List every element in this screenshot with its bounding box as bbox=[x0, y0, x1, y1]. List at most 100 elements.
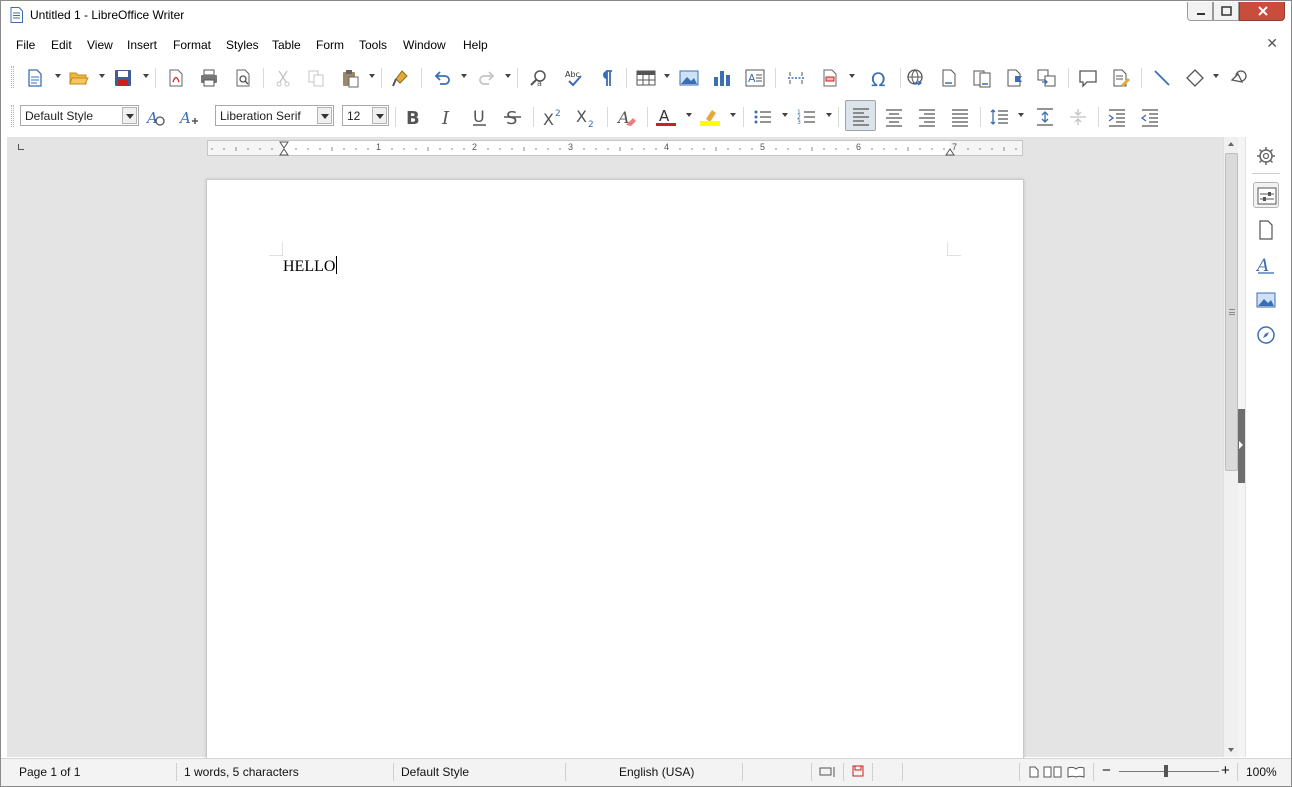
language-indicator[interactable]: English (USA) bbox=[619, 765, 694, 779]
font-name-combo[interactable]: Liberation Serif bbox=[215, 105, 334, 126]
basic-shapes-button[interactable] bbox=[1183, 66, 1207, 90]
bullets-button[interactable] bbox=[751, 105, 775, 129]
bookmark-button[interactable] bbox=[1003, 66, 1027, 90]
table-dropdown-arrow[interactable] bbox=[664, 74, 670, 78]
menu-view[interactable]: View bbox=[87, 38, 113, 52]
document-text[interactable]: HELLO bbox=[283, 258, 335, 275]
chevron-down-icon[interactable] bbox=[122, 107, 137, 124]
spelling-button[interactable]: Abc bbox=[562, 66, 586, 90]
sidebar-navigator-button[interactable] bbox=[1253, 322, 1279, 348]
insert-textbox-button[interactable]: A bbox=[743, 66, 767, 90]
new-style-button[interactable]: A bbox=[177, 105, 201, 129]
paste-dropdown-arrow[interactable] bbox=[369, 74, 375, 78]
highlight-button[interactable] bbox=[698, 105, 722, 129]
zoom-in-button[interactable]: + bbox=[1221, 762, 1230, 779]
shapes-dropdown-arrow[interactable] bbox=[1213, 74, 1219, 78]
insert-line-button[interactable] bbox=[1150, 66, 1174, 90]
italic-button[interactable]: I bbox=[434, 105, 458, 129]
document-workarea[interactable]: 1 2 3 4 5 6 7 HELLO bbox=[7, 137, 1223, 769]
align-left-button[interactable] bbox=[845, 100, 876, 131]
track-changes-button[interactable] bbox=[1109, 66, 1133, 90]
justify-button[interactable] bbox=[948, 105, 972, 129]
menu-tools[interactable]: Tools bbox=[359, 38, 387, 52]
decrease-indent-button[interactable] bbox=[1138, 105, 1162, 129]
document-modified-icon[interactable] bbox=[852, 765, 864, 777]
new-dropdown-arrow[interactable] bbox=[55, 74, 61, 78]
undo-dropdown-arrow[interactable] bbox=[461, 74, 467, 78]
menu-form[interactable]: Form bbox=[316, 38, 344, 52]
sidebar-gallery-button[interactable] bbox=[1253, 287, 1279, 313]
chevron-down-icon[interactable] bbox=[372, 107, 387, 124]
sidebar-styles-button[interactable]: A bbox=[1253, 252, 1279, 278]
font-color-button[interactable]: A bbox=[654, 105, 678, 129]
superscript-button[interactable]: X2 bbox=[541, 105, 565, 129]
close-document-button[interactable]: ✕ bbox=[1266, 35, 1278, 52]
scroll-up-arrow[interactable] bbox=[1228, 142, 1234, 146]
font-size-combo[interactable]: 12 bbox=[342, 105, 389, 126]
single-page-view-icon[interactable] bbox=[1029, 766, 1039, 778]
menu-insert[interactable]: Insert bbox=[127, 38, 157, 52]
selection-mode-icon[interactable] bbox=[819, 766, 837, 778]
page-indicator[interactable]: Page 1 of 1 bbox=[19, 765, 80, 779]
save-button[interactable] bbox=[111, 66, 135, 90]
menu-styles[interactable]: Styles bbox=[226, 38, 259, 52]
field-dropdown-arrow[interactable] bbox=[849, 74, 855, 78]
align-right-button[interactable] bbox=[915, 105, 939, 129]
comment-button[interactable] bbox=[1076, 66, 1100, 90]
highlight-dropdown-arrow[interactable] bbox=[730, 113, 736, 117]
increase-paragraph-spacing-button[interactable] bbox=[1033, 105, 1057, 129]
scroll-down-arrow[interactable] bbox=[1228, 748, 1234, 752]
open-dropdown-arrow[interactable] bbox=[99, 74, 105, 78]
strikethrough-button[interactable]: S bbox=[501, 105, 525, 129]
minimize-button[interactable] bbox=[1187, 2, 1213, 21]
decrease-paragraph-spacing-button[interactable] bbox=[1066, 105, 1090, 129]
line-spacing-button[interactable] bbox=[987, 105, 1011, 129]
page-style-indicator[interactable]: Default Style bbox=[401, 765, 469, 779]
close-window-button[interactable] bbox=[1239, 2, 1285, 21]
print-button[interactable] bbox=[197, 66, 221, 90]
numbering-dropdown-arrow[interactable] bbox=[826, 113, 832, 117]
font-color-dropdown-arrow[interactable] bbox=[686, 113, 692, 117]
redo-button[interactable] bbox=[475, 66, 499, 90]
document-text-line[interactable]: HELLO bbox=[283, 256, 338, 276]
clear-formatting-button[interactable]: A bbox=[615, 105, 639, 129]
hyperlink-button[interactable] bbox=[903, 66, 927, 90]
book-view-icon[interactable] bbox=[1067, 766, 1085, 778]
print-preview-button[interactable] bbox=[231, 66, 255, 90]
document-page[interactable]: HELLO bbox=[206, 179, 1024, 769]
horizontal-ruler[interactable]: 1 2 3 4 5 6 7 bbox=[207, 140, 1023, 156]
undo-button[interactable] bbox=[430, 66, 454, 90]
vertical-scrollbar[interactable] bbox=[1223, 137, 1238, 757]
endnote-button[interactable] bbox=[970, 66, 994, 90]
save-dropdown-arrow[interactable] bbox=[143, 74, 149, 78]
insert-table-button[interactable] bbox=[634, 66, 658, 90]
chevron-down-icon[interactable] bbox=[317, 107, 332, 124]
sidebar-properties-button[interactable] bbox=[1253, 182, 1279, 208]
toolbar-handle[interactable] bbox=[11, 105, 14, 127]
menu-window[interactable]: Window bbox=[403, 38, 446, 52]
menu-table[interactable]: Table bbox=[272, 38, 301, 52]
sidebar-settings-button[interactable] bbox=[1253, 143, 1279, 169]
restore-button[interactable] bbox=[1213, 2, 1239, 21]
multi-page-view-icon[interactable] bbox=[1043, 766, 1063, 778]
cross-reference-button[interactable] bbox=[1035, 66, 1059, 90]
paste-button[interactable] bbox=[338, 66, 362, 90]
open-button[interactable] bbox=[67, 66, 91, 90]
menu-file[interactable]: File bbox=[16, 38, 35, 52]
align-center-button[interactable] bbox=[882, 105, 906, 129]
export-pdf-button[interactable] bbox=[164, 66, 188, 90]
line-spacing-dropdown-arrow[interactable] bbox=[1018, 113, 1024, 117]
zoom-out-button[interactable]: − bbox=[1102, 762, 1111, 779]
menu-edit[interactable]: Edit bbox=[51, 38, 72, 52]
clone-formatting-button[interactable] bbox=[389, 66, 413, 90]
numbering-button[interactable]: 123 bbox=[795, 105, 819, 129]
copy-button[interactable] bbox=[304, 66, 328, 90]
tab-stop-selector[interactable] bbox=[18, 144, 24, 150]
zoom-slider-thumb[interactable] bbox=[1164, 765, 1168, 777]
sidebar-page-button[interactable] bbox=[1253, 217, 1279, 243]
special-character-button[interactable]: Ω bbox=[867, 66, 891, 90]
word-count[interactable]: 1 words, 5 characters bbox=[184, 765, 299, 779]
formatting-marks-button[interactable] bbox=[594, 66, 618, 90]
menu-help[interactable]: Help bbox=[463, 38, 488, 52]
zoom-level[interactable]: 100% bbox=[1246, 765, 1277, 779]
